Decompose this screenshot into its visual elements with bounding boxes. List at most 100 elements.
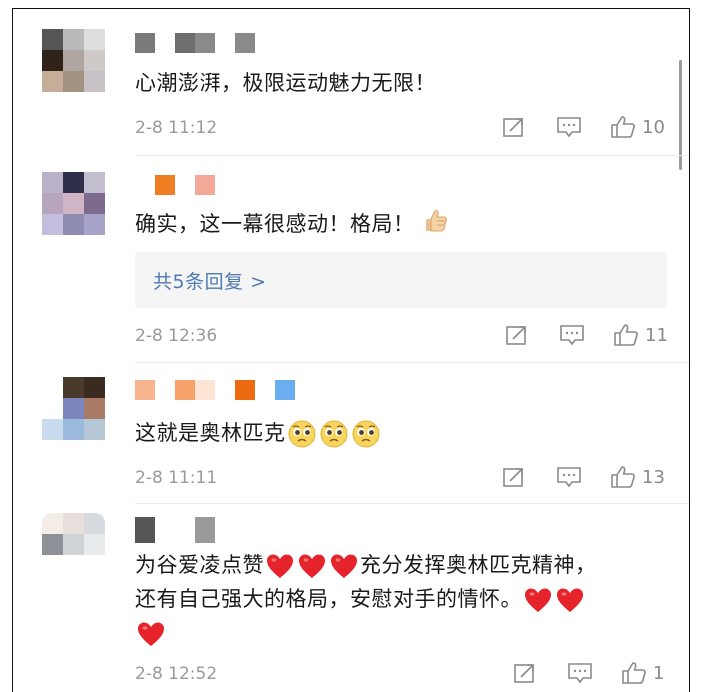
- view-replies-link[interactable]: 共5条回复 >: [153, 267, 267, 294]
- username-pixel: [195, 175, 215, 195]
- username-pixel: [195, 517, 215, 543]
- avatar-pixel: [84, 377, 105, 398]
- comment-line-2: 还有自己强大的格局，安慰对手的情怀。: [135, 582, 675, 616]
- divider: [135, 155, 689, 156]
- like-count: 13: [642, 466, 665, 488]
- avatar[interactable]: [42, 172, 105, 235]
- thumbs-up-icon: [611, 466, 635, 488]
- share-button[interactable]: [513, 662, 537, 684]
- avatar-pixel: [63, 29, 84, 50]
- share-icon: [506, 326, 526, 345]
- avatar-pixel: [84, 71, 105, 92]
- comment-button[interactable]: [559, 324, 585, 346]
- avatar-pixel: [42, 534, 63, 555]
- comment-time: 2-8 12:36: [135, 326, 218, 346]
- username-redacted[interactable]: [135, 33, 255, 53]
- username-pixel: [155, 175, 175, 195]
- avatar-pixel: [84, 29, 105, 50]
- avatar[interactable]: [42, 29, 105, 92]
- divider: [135, 503, 689, 504]
- comment-button[interactable]: [556, 466, 582, 488]
- comment-button[interactable]: [567, 662, 593, 684]
- avatar-pixel: [42, 398, 63, 419]
- comment-icon: [557, 467, 581, 488]
- avatar-pixel: [42, 513, 63, 534]
- avatar-pixel: [84, 555, 105, 576]
- avatar-pixel: [42, 555, 63, 576]
- username-pixel: [195, 380, 215, 400]
- like-count: 11: [645, 324, 668, 346]
- username-pixel: [135, 175, 155, 195]
- comment-actions: 13: [502, 465, 665, 489]
- like-button[interactable]: 11: [613, 323, 668, 347]
- username-pixel: [135, 33, 155, 53]
- comment-icon: [560, 325, 584, 346]
- username-redacted[interactable]: [135, 175, 215, 195]
- username-pixel: [175, 33, 195, 53]
- username-pixel: [175, 175, 195, 195]
- thumbs-up-icon: [611, 116, 635, 138]
- thumbs-up-icon: [622, 662, 646, 684]
- avatar-pixel: [42, 29, 63, 50]
- share-icon: [514, 664, 534, 683]
- share-button[interactable]: [502, 116, 526, 138]
- comment-button[interactable]: [556, 116, 582, 138]
- avatar-pixel: [42, 377, 63, 398]
- avatar-pixel: [84, 50, 105, 71]
- comment-icon: [557, 117, 581, 138]
- avatar[interactable]: [42, 377, 105, 440]
- username-redacted[interactable]: [135, 380, 295, 400]
- share-button[interactable]: [502, 466, 526, 488]
- avatar-pixel: [63, 534, 84, 555]
- avatar-pixel: [63, 419, 84, 440]
- comment-actions: 10: [502, 115, 665, 139]
- avatar-pixel: [84, 419, 105, 440]
- comment-time: 2-8 11:12: [135, 118, 218, 138]
- username-pixel: [215, 380, 235, 400]
- username-pixel: [155, 517, 175, 543]
- comment-text: 心潮澎湃，极限运动魅力无限！: [135, 71, 436, 95]
- avatar-pixel: [84, 172, 105, 193]
- username-pixel: [235, 33, 255, 53]
- pleading-face-emojis: [286, 420, 382, 448]
- replies-box[interactable]: 共5条回复 >: [135, 252, 667, 308]
- avatar-pixel: [84, 513, 105, 534]
- comment-text: 为谷爱凌点赞 充分发挥奥林匹克精神， 还有自己强大的格局，安慰对手的情怀。: [135, 548, 675, 650]
- avatar-pixel: [63, 193, 84, 214]
- like-count: 1: [653, 662, 665, 684]
- like-button[interactable]: 1: [621, 661, 664, 685]
- username-pixel: [135, 517, 155, 543]
- like-button[interactable]: 13: [610, 465, 665, 489]
- avatar-pixel: [63, 214, 84, 235]
- like-count: 10: [642, 116, 665, 138]
- comment-line-3: [135, 616, 675, 650]
- avatar-pixel: [42, 71, 63, 92]
- red-heart-emojis: [135, 621, 167, 646]
- username-pixel: [155, 380, 175, 400]
- comment-line-1: 为谷爱凌点赞 充分发挥奥林匹克精神，: [135, 553, 597, 578]
- username-pixel: [135, 380, 155, 400]
- avatar-pixel: [42, 419, 63, 440]
- share-button[interactable]: [505, 324, 529, 346]
- avatar-pixel: [42, 50, 63, 71]
- avatar-pixel: [42, 172, 63, 193]
- username-pixel: [155, 33, 175, 53]
- avatar-pixel: [63, 172, 84, 193]
- username-pixel: [275, 380, 295, 400]
- avatar-pixel: [84, 193, 105, 214]
- share-icon: [503, 468, 523, 487]
- username-pixel: [195, 33, 215, 53]
- username-pixel: [255, 380, 275, 400]
- like-button[interactable]: 10: [610, 115, 665, 139]
- avatar-pixel: [63, 71, 84, 92]
- avatar-pixel: [42, 214, 63, 235]
- avatar-pixel: [84, 534, 105, 555]
- avatar[interactable]: [42, 513, 105, 576]
- scrollbar[interactable]: [679, 60, 682, 170]
- thumbs-up-emoji-icon: [421, 206, 449, 244]
- share-icon: [503, 118, 523, 137]
- thumbs-up-icon: [614, 324, 638, 346]
- username-pixel: [175, 517, 195, 543]
- comment-icon: [568, 663, 592, 684]
- username-redacted[interactable]: [135, 517, 215, 543]
